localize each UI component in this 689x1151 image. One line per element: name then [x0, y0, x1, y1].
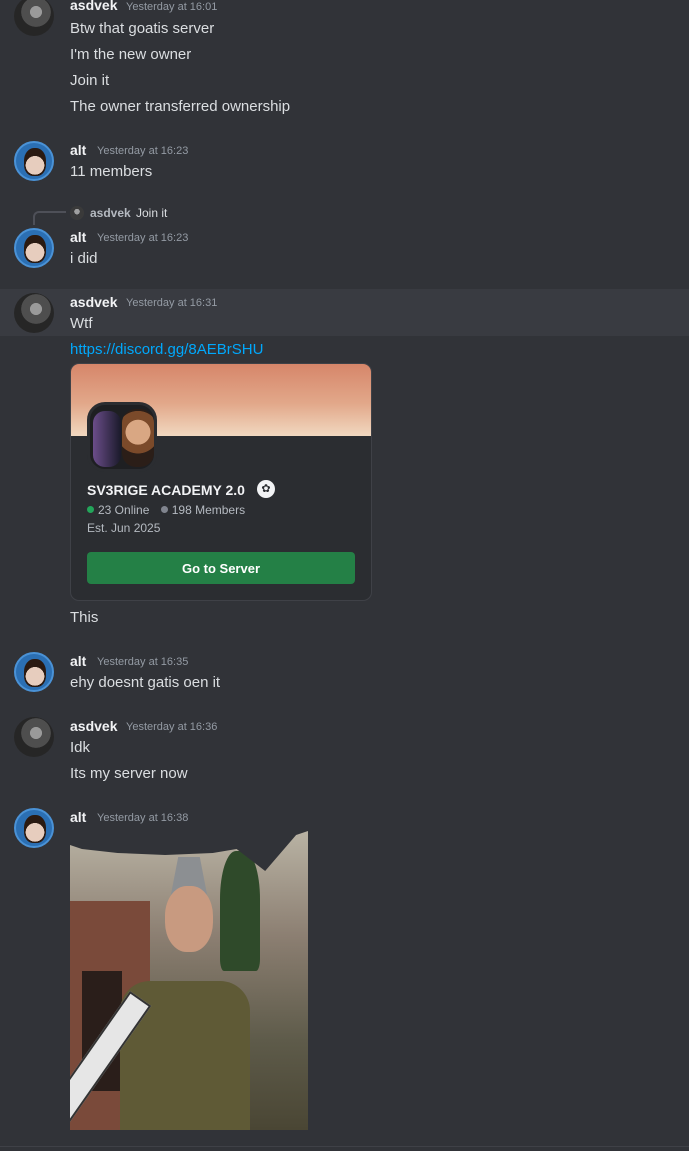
author-name[interactable]: alt: [70, 653, 86, 669]
author-name[interactable]: alt: [70, 229, 86, 245]
reply-spine: [33, 211, 66, 225]
author-name[interactable]: asdvek: [70, 718, 117, 734]
message-line: This: [70, 609, 99, 626]
message-line: Btw that goatis server: [70, 20, 215, 37]
timestamp: Yesterday at 16:01: [126, 1, 218, 13]
author-name[interactable]: alt: [70, 809, 86, 825]
verified-badge-icon: ✿: [257, 480, 275, 498]
author-name[interactable]: asdvek: [70, 0, 117, 13]
server-established: Est. Jun 2025: [87, 521, 161, 535]
server-stats: 23 Online 198 Members: [87, 503, 245, 517]
message-line: I'm the new owner: [70, 46, 192, 63]
gif-tree: [220, 851, 260, 971]
avatar-alt[interactable]: [14, 141, 54, 181]
avatar-alt[interactable]: [14, 228, 54, 268]
message-line: i did: [70, 250, 98, 267]
divider: [0, 1146, 689, 1147]
timestamp: Yesterday at 16:31: [126, 297, 218, 309]
online-count: 23 Online: [98, 503, 150, 517]
gif-attachment[interactable]: [70, 831, 308, 1130]
author-name[interactable]: alt: [70, 142, 86, 158]
message-line: ehy doesnt gatis oen it: [70, 674, 221, 691]
avatar-asdvek[interactable]: [14, 0, 54, 36]
server-icon-right-image: [122, 409, 154, 467]
server-invite-card: SV3RIGE ACADEMY 2.0 ✿ 23 Online 198 Memb…: [70, 363, 372, 601]
message-line: 11 members: [70, 163, 153, 180]
avatar-alt[interactable]: [14, 652, 54, 692]
reply-preview-text[interactable]: Join it: [136, 206, 167, 220]
message-line: Join it: [70, 72, 110, 89]
server-name[interactable]: SV3RIGE ACADEMY 2.0: [87, 482, 245, 498]
avatar-asdvek[interactable]: [14, 717, 54, 757]
reply-author[interactable]: asdvek: [90, 206, 131, 220]
timestamp: Yesterday at 16:23: [97, 232, 189, 244]
server-icon[interactable]: [87, 402, 157, 472]
member-count: 198 Members: [171, 503, 246, 517]
members-dot-icon: [160, 506, 168, 513]
invite-link[interactable]: https://discord.gg/8AEBrSHU: [70, 341, 263, 358]
message-line: Idk: [70, 739, 91, 756]
avatar-asdvek[interactable]: [14, 293, 54, 333]
timestamp: Yesterday at 16:36: [126, 721, 218, 733]
timestamp: Yesterday at 16:23: [97, 145, 189, 157]
gif-soldier-head: [165, 886, 213, 952]
avatar-alt[interactable]: [14, 808, 54, 848]
reply-avatar[interactable]: [70, 206, 84, 220]
message-line: Wtf: [70, 315, 93, 332]
timestamp: Yesterday at 16:35: [97, 656, 189, 668]
online-dot-icon: [87, 506, 94, 513]
message-line: The owner transferred ownership: [70, 98, 291, 115]
go-to-server-button[interactable]: Go to Server: [87, 552, 355, 584]
timestamp: Yesterday at 16:38: [97, 812, 189, 824]
message-line: Its my server now: [70, 765, 188, 782]
author-name[interactable]: asdvek: [70, 294, 117, 310]
server-icon-left-image: [93, 411, 121, 467]
